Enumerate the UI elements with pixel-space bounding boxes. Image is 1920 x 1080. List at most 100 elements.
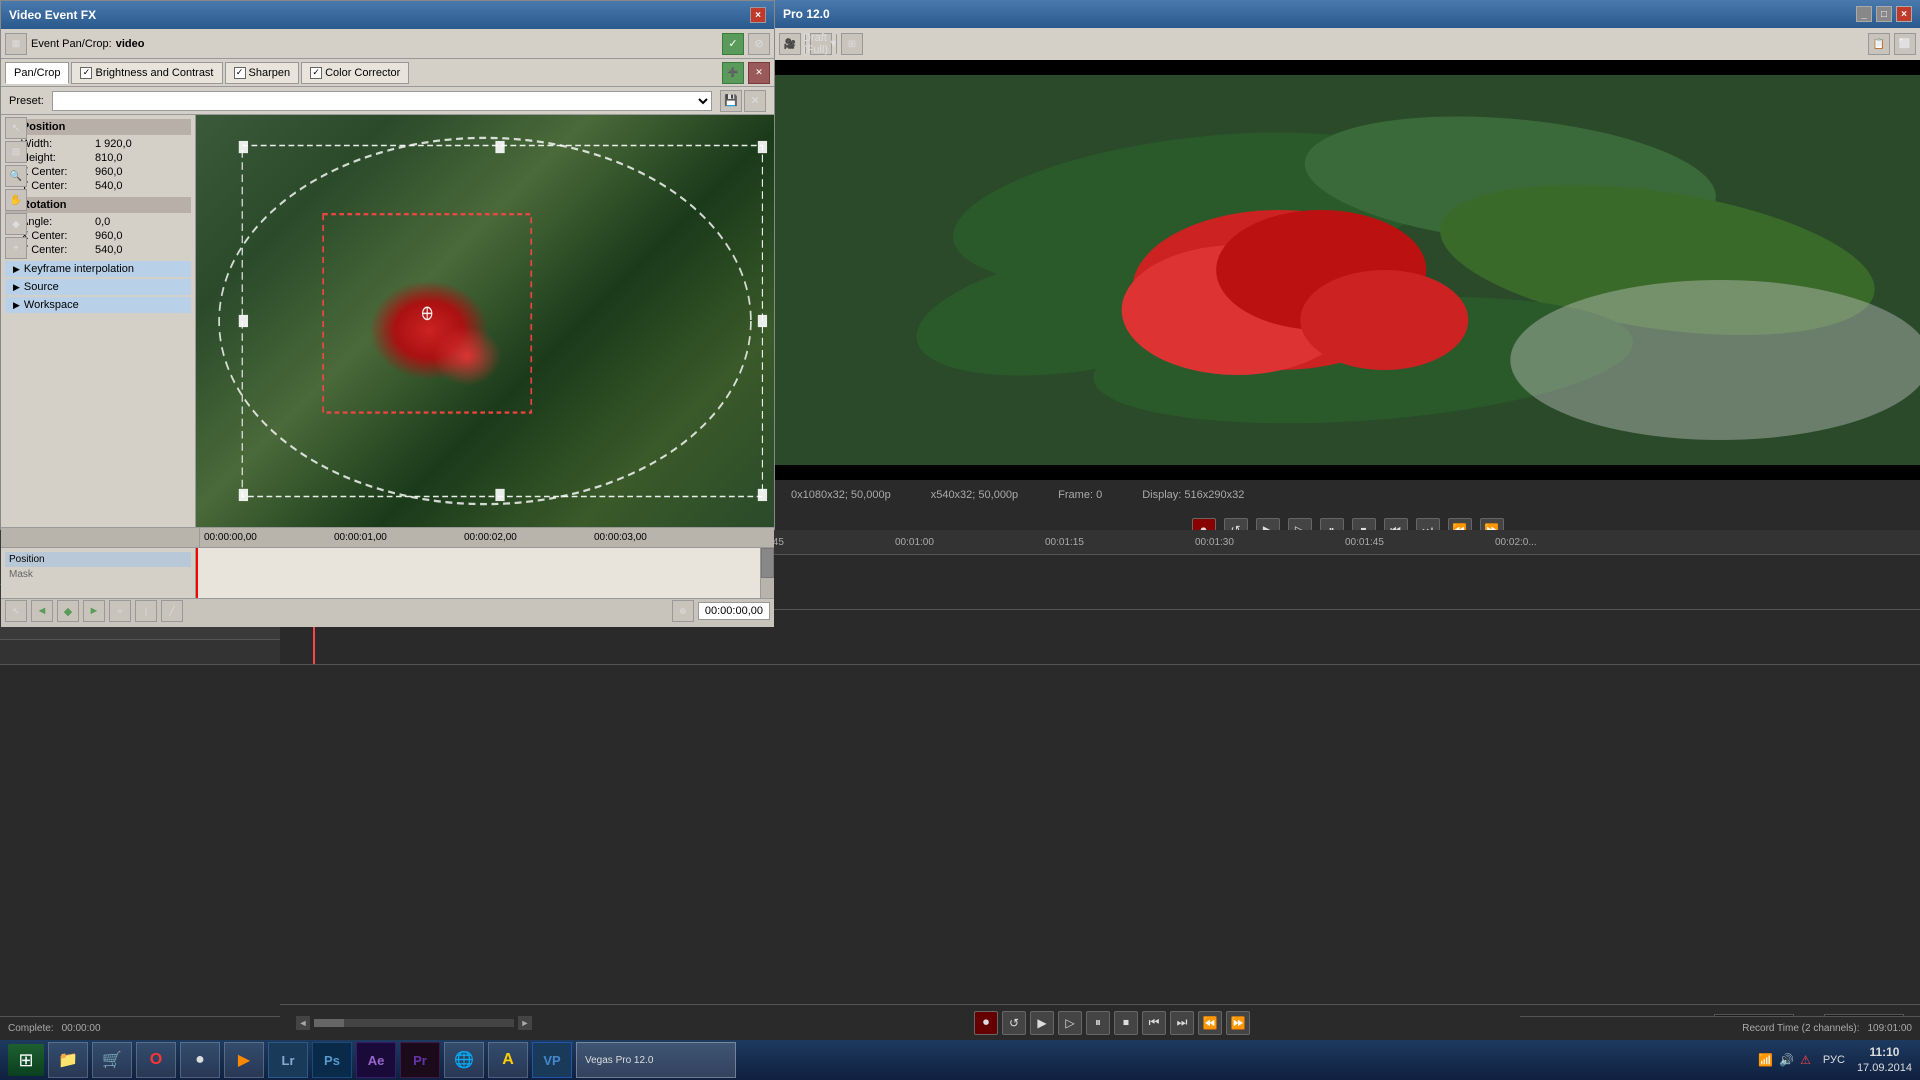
taskbar-store[interactable]: 🛒 xyxy=(92,1042,132,1078)
scroll-track[interactable] xyxy=(314,1019,514,1027)
preset-save-icon[interactable]: 💾 xyxy=(720,90,742,112)
network-icon[interactable]: 📶 xyxy=(1758,1053,1773,1067)
angle-value: 0,0 xyxy=(95,216,110,228)
bottom-pause-btn[interactable]: ⏸ xyxy=(1086,1011,1110,1035)
time-200: 00:02:0... xyxy=(1495,537,1537,548)
vegas-maximize-btn[interactable]: □ xyxy=(1876,6,1892,22)
quality-dropdown-btn[interactable]: Draft (Full) ▼ xyxy=(810,33,832,55)
rotation-group: ▼ Rotation Angle: 0,0 X Center: 960,0 Y … xyxy=(5,197,191,257)
time-115: 00:01:15 xyxy=(1045,537,1084,548)
grid-btn[interactable]: ⊞ xyxy=(841,33,863,55)
ycenter-value: 540,0 xyxy=(95,180,123,192)
position-header[interactable]: ▼ Position xyxy=(5,119,191,135)
brightness-check[interactable]: ✓ xyxy=(80,67,92,79)
ycenter-label: Y Center: xyxy=(21,180,91,192)
taskbar-photoshop[interactable]: Ps xyxy=(312,1042,352,1078)
play-mode-btn[interactable]: ↖ xyxy=(5,600,27,622)
bottom-record-btn[interactable]: ⏺ xyxy=(974,1011,998,1035)
alert-icon[interactable]: ⚠ xyxy=(1800,1053,1811,1067)
keyframe-add-btn[interactable]: ◆ xyxy=(57,600,79,622)
workspace-group[interactable]: ▶ Workspace xyxy=(5,297,191,313)
snapshot-btn[interactable]: 📋 xyxy=(1868,33,1890,55)
smooth-btn[interactable]: ≈ xyxy=(109,600,131,622)
keyframe-next-btn[interactable]: ► xyxy=(83,600,105,622)
sync-icon[interactable]: ⊕ xyxy=(672,600,694,622)
taskbar-browser2[interactable]: ● xyxy=(180,1042,220,1078)
bottom-play-btn[interactable]: ▶ xyxy=(1030,1011,1054,1035)
vegas-minimize-btn[interactable]: _ xyxy=(1856,6,1872,22)
vegas-close-btn[interactable]: × xyxy=(1896,6,1912,22)
taskbar-aftereffects[interactable]: Ae xyxy=(356,1042,396,1078)
preset-dropdown[interactable] xyxy=(52,91,712,111)
keyframe-group[interactable]: ▶ Keyframe interpolation xyxy=(5,261,191,277)
bottom-next2-btn[interactable]: ⏩ xyxy=(1226,1011,1250,1035)
vfx-playback-toolbar: ↖ ◄ ◆ ► ≈ | ╱ ⊕ 00:00:00,00 xyxy=(1,598,774,623)
rot-xcenter-row: X Center: 960,0 xyxy=(5,229,191,243)
fx-bypass-button[interactable]: ⊘ xyxy=(748,33,770,55)
taskbar-app5[interactable]: 🌐 xyxy=(444,1042,484,1078)
bottom-prev-btn[interactable]: ⏮ xyxy=(1142,1011,1166,1035)
preset-delete-icon[interactable]: ✕ xyxy=(744,90,766,112)
vfx-window-buttons: × xyxy=(750,7,766,23)
active-app-label: Vegas Pro 12.0 xyxy=(585,1055,653,1066)
start-button[interactable]: ⊞ xyxy=(8,1044,44,1076)
tab-sharpen[interactable]: ✓ Sharpen xyxy=(225,62,300,84)
scroll-right-btn[interactable]: ► xyxy=(518,1016,532,1030)
linear-btn[interactable]: ╱ xyxy=(161,600,183,622)
rotation-header[interactable]: ▼ Rotation xyxy=(5,197,191,213)
tab-pan-crop[interactable]: Pan/Crop xyxy=(5,62,69,84)
tool-arrow[interactable]: ↖ xyxy=(5,117,27,139)
scroll-left-btn[interactable]: ◄ xyxy=(296,1016,310,1030)
taskbar-premiere[interactable]: Pr xyxy=(400,1042,440,1078)
taskbar-opera[interactable]: O xyxy=(136,1042,176,1078)
complete-bar: Complete: 00:00:00 xyxy=(0,1016,280,1040)
rot-xcenter-value: 960,0 xyxy=(95,230,123,242)
source-group[interactable]: ▶ Source xyxy=(5,279,191,295)
tool-keyframe[interactable]: ◆ xyxy=(5,213,27,235)
preset-label: Preset: xyxy=(9,95,44,107)
tab-color[interactable]: ✓ Color Corrector xyxy=(301,62,409,84)
rotation-label: Rotation xyxy=(22,199,67,211)
volume-icon[interactable]: 🔊 xyxy=(1779,1053,1794,1067)
tool-add[interactable]: + xyxy=(5,237,27,259)
bottom-next-btn[interactable]: ⏭ xyxy=(1170,1011,1194,1035)
frame-display: Frame: 0 xyxy=(1058,489,1102,501)
lang-indicator[interactable]: РУС xyxy=(1819,1054,1849,1066)
sharpen-check[interactable]: ✓ xyxy=(234,67,246,79)
ruler-mark-2: 00:00:02,00 xyxy=(464,532,594,543)
rot-xcenter-label: X Center: xyxy=(21,230,91,242)
vfx-close-button[interactable]: × xyxy=(750,7,766,23)
tool-pan[interactable]: ✋ xyxy=(5,189,27,211)
bottom-loop-btn[interactable]: ↺ xyxy=(1002,1011,1026,1035)
preview-tool-1[interactable]: 🎥 xyxy=(779,33,801,55)
vegas-title: Pro 12.0 xyxy=(783,7,830,21)
bottom-play2-btn[interactable]: ▷ xyxy=(1058,1011,1082,1035)
color-check[interactable]: ✓ xyxy=(310,67,322,79)
taskbar-app6[interactable]: A xyxy=(488,1042,528,1078)
ruler-marks: 00:00:00,00 00:00:01,00 00:00:02,00 00:0… xyxy=(200,532,724,543)
taskbar-media[interactable]: ▶ xyxy=(224,1042,264,1078)
fullscreen-btn[interactable]: ⬜ xyxy=(1894,33,1916,55)
tab-add-icon[interactable]: ➕ xyxy=(722,62,744,84)
keyframe-label: Keyframe interpolation xyxy=(24,263,134,275)
rot-ycenter-value: 540,0 xyxy=(95,244,123,256)
fx-enable-button[interactable]: ✓ xyxy=(722,33,744,55)
taskbar-right: 📶 🔊 ⚠ РУС 11:10 17.09.2014 xyxy=(1758,1044,1912,1076)
bottom-prev2-btn[interactable]: ⏪ xyxy=(1198,1011,1222,1035)
taskbar-lightroom[interactable]: Lr xyxy=(268,1042,308,1078)
tab-brightness[interactable]: ✓ Brightness and Contrast xyxy=(71,62,222,84)
keyframe-prev-btn[interactable]: ◄ xyxy=(31,600,53,622)
taskbar-active-app[interactable]: Vegas Pro 12.0 xyxy=(576,1042,736,1078)
taskbar-explorer[interactable]: 📁 xyxy=(48,1042,88,1078)
tab-remove-icon[interactable]: ✕ xyxy=(748,62,770,84)
mask-track-label: Mask xyxy=(5,567,191,582)
taskbar-vegas[interactable]: VP xyxy=(532,1042,572,1078)
hold-btn[interactable]: | xyxy=(135,600,157,622)
tool-zoom[interactable]: 🔍 xyxy=(5,165,27,187)
tool-crop[interactable]: ⊞ xyxy=(5,141,27,163)
rot-ycenter-label: Y Center: xyxy=(21,244,91,256)
time-130: 00:01:30 xyxy=(1195,537,1234,548)
bottom-stop-btn[interactable]: ⏹ xyxy=(1114,1011,1138,1035)
sharpen-label: Sharpen xyxy=(249,67,291,79)
timeline-scrollbar-v[interactable] xyxy=(760,548,774,598)
